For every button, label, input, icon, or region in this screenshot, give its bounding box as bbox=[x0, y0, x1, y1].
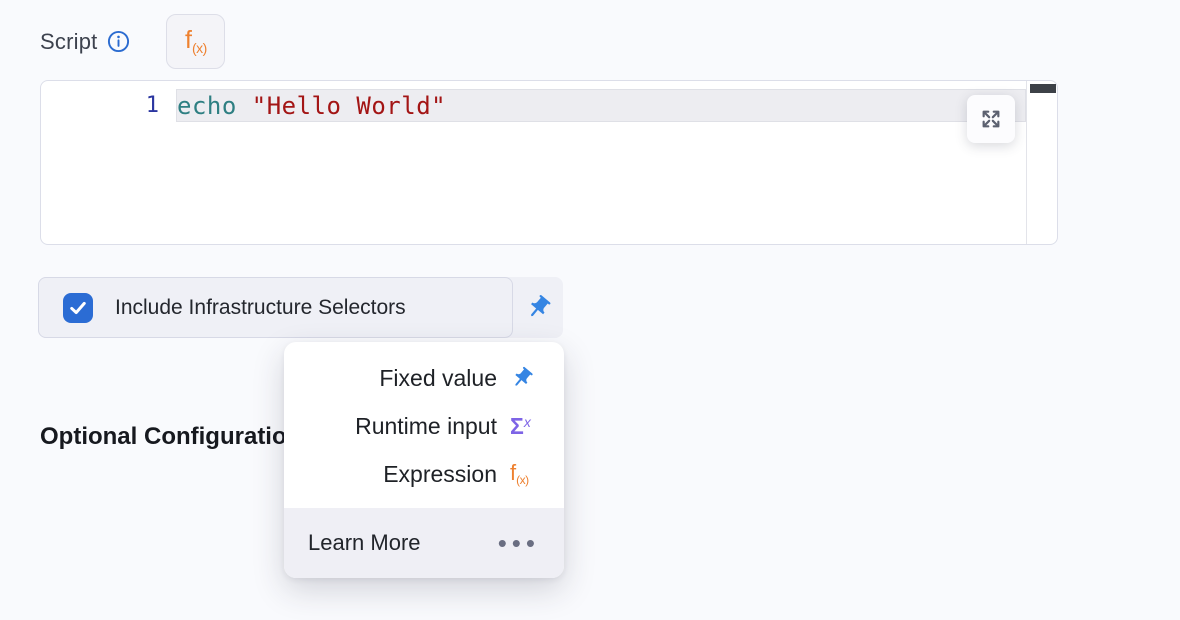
pin-icon bbox=[525, 294, 552, 321]
expand-editor-button[interactable] bbox=[967, 95, 1015, 143]
editor-current-line[interactable]: echo "Hello World" bbox=[176, 89, 1026, 122]
menu-item-expression[interactable]: Expression f(x) bbox=[284, 450, 564, 498]
editor-scrollbar-thumb[interactable] bbox=[1030, 84, 1056, 93]
checkmark-icon bbox=[68, 298, 88, 318]
menu-item-runtime-input-label: Runtime input bbox=[355, 413, 497, 440]
expression-toggle-button[interactable]: f(x) bbox=[166, 14, 225, 69]
info-icon[interactable] bbox=[107, 30, 130, 53]
fx-icon: f(x) bbox=[510, 462, 529, 486]
pin-icon bbox=[510, 366, 534, 390]
script-header: Script f(x) bbox=[40, 14, 225, 69]
script-editor[interactable]: 1 echo "Hello World" bbox=[40, 80, 1058, 245]
optional-config-heading: Optional Configuration bbox=[40, 423, 301, 451]
include-selectors-row: Include Infrastructure Selectors bbox=[38, 277, 563, 338]
learn-more-button[interactable]: Learn More ••• bbox=[284, 508, 564, 578]
menu-item-expression-label: Expression bbox=[383, 461, 497, 488]
pin-type-button[interactable] bbox=[513, 277, 563, 338]
script-label: Script bbox=[40, 29, 97, 55]
sigma-icon: Σx bbox=[510, 415, 531, 438]
fx-icon: f(x) bbox=[185, 28, 207, 55]
include-selectors-label: Include Infrastructure Selectors bbox=[115, 296, 406, 320]
more-options-icon: ••• bbox=[498, 530, 540, 556]
menu-item-runtime-input[interactable]: Runtime input Σx bbox=[284, 402, 564, 450]
include-selectors-checkbox-group[interactable]: Include Infrastructure Selectors bbox=[38, 277, 513, 338]
expand-icon bbox=[980, 108, 1002, 130]
include-selectors-checkbox[interactable] bbox=[63, 293, 93, 323]
type-selector-menu: Fixed value Runtime input Σx Expression … bbox=[284, 342, 564, 578]
learn-more-label: Learn More bbox=[308, 530, 421, 556]
type-selector-menu-items: Fixed value Runtime input Σx Expression … bbox=[284, 342, 564, 508]
code-string: "Hello World" bbox=[252, 92, 446, 120]
editor-scrollbar[interactable] bbox=[1026, 81, 1057, 244]
page-root: { "script_section": { "label": "Script",… bbox=[0, 0, 1180, 620]
editor-line-number: 1 bbox=[41, 89, 176, 122]
code-command: echo bbox=[177, 92, 252, 120]
menu-item-fixed-value[interactable]: Fixed value bbox=[284, 354, 564, 402]
menu-item-fixed-value-label: Fixed value bbox=[379, 365, 497, 392]
